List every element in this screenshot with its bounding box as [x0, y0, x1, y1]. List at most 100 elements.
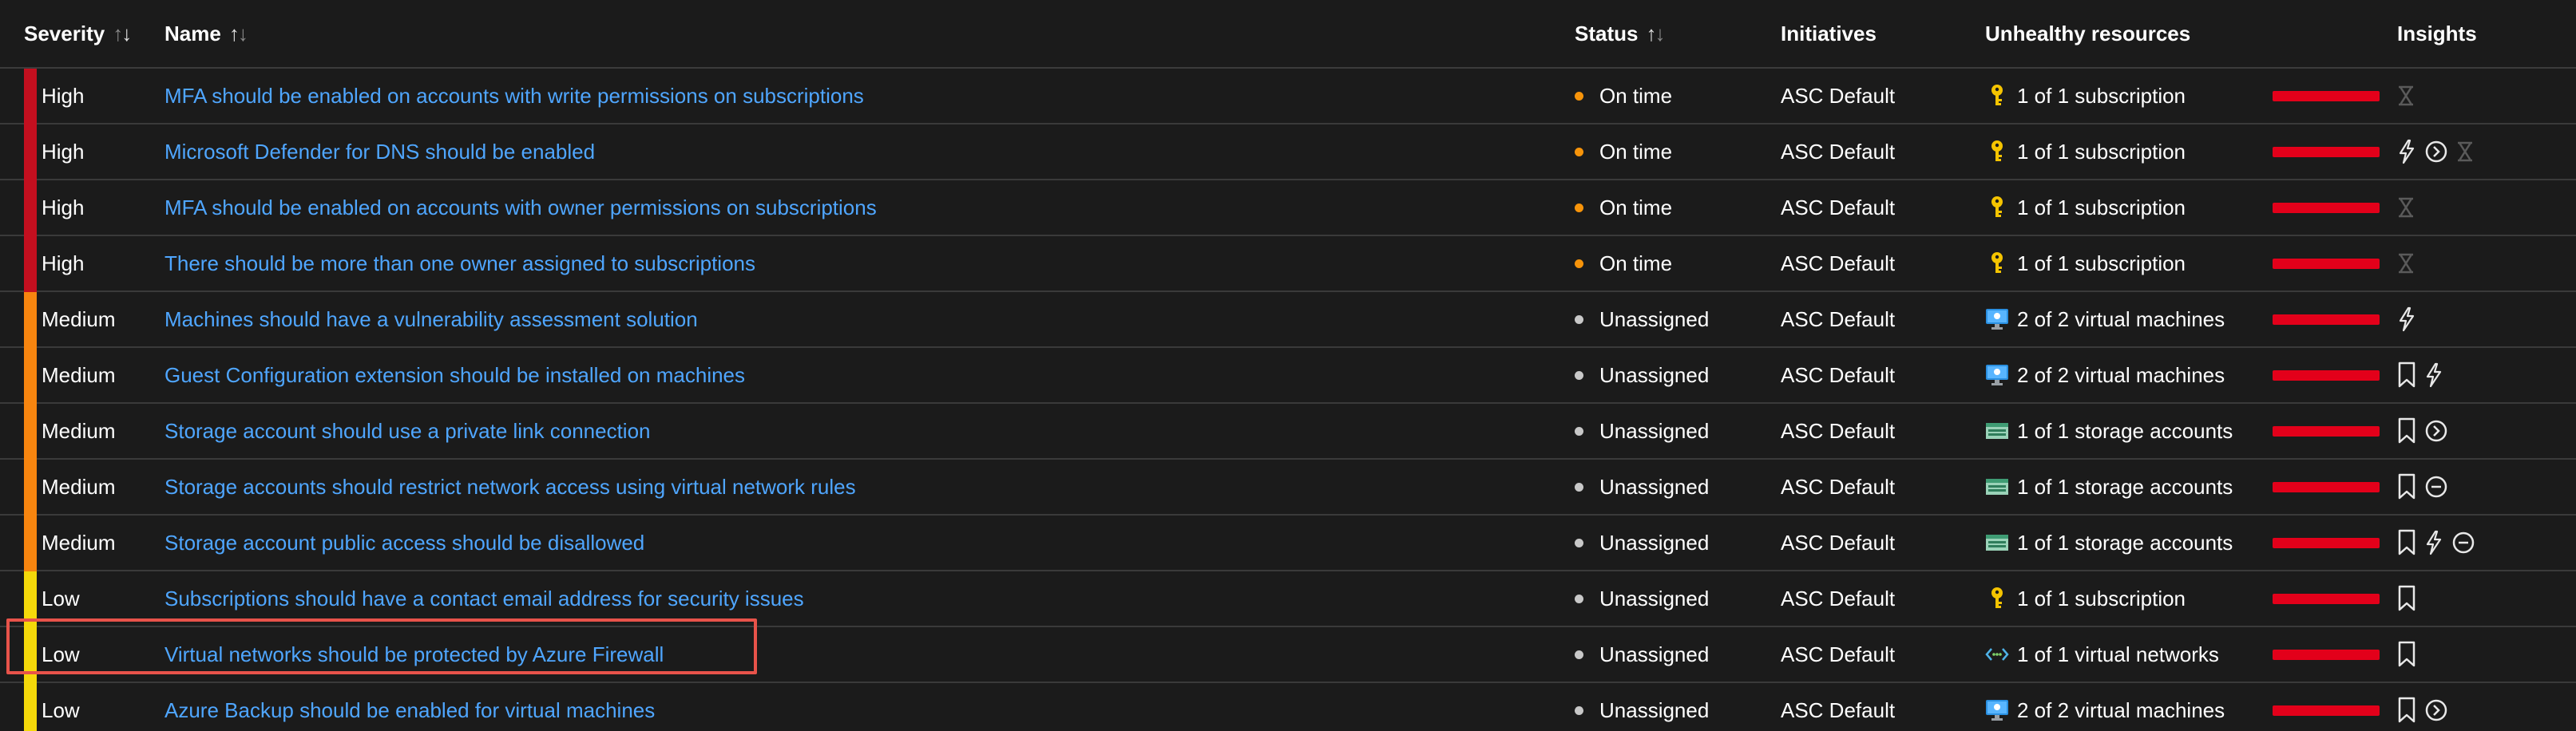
unhealthy-resources-bar	[2273, 683, 2380, 731]
table-row[interactable]: Low Subscriptions should have a contact …	[0, 571, 2576, 627]
recommendation-name[interactable]: Storage accounts should restrict network…	[164, 460, 856, 514]
recommendation-name[interactable]: Storage account public access should be …	[164, 516, 644, 570]
status-label: Unassigned	[1599, 474, 1710, 499]
minus-circle-icon[interactable]	[2424, 475, 2448, 499]
lightning-icon[interactable]	[2424, 530, 2443, 555]
recommendation-name[interactable]: Storage account should use a private lin…	[164, 404, 651, 458]
recommendation-link[interactable]: Storage account should use a private lin…	[164, 419, 651, 444]
insights-cell	[2397, 404, 2448, 458]
unhealthy-bar-fill	[2273, 369, 2380, 381]
unhealthy-bar-fill	[2273, 146, 2380, 157]
bookmark-icon[interactable]	[2397, 585, 2416, 612]
table-row[interactable]: Medium Machines should have a vulnerabil…	[0, 292, 2576, 348]
minus-circle-icon[interactable]	[2451, 531, 2475, 555]
bookmark-icon[interactable]	[2397, 641, 2416, 668]
hourglass-icon[interactable]	[2397, 252, 2415, 275]
column-header-unhealthy-resources[interactable]: Unhealthy resources	[1985, 0, 2190, 67]
severity-label: Low	[42, 586, 80, 610]
status-cell: Unassigned	[1575, 348, 1709, 402]
column-header-status[interactable]: Status ↑ ↓	[1575, 0, 1665, 70]
lightning-icon[interactable]	[2397, 139, 2416, 164]
recommendation-link[interactable]: There should be more than one owner assi…	[164, 251, 755, 276]
unhealthy-resources-count: 1 of 1 subscription	[2017, 251, 2186, 275]
table-row[interactable]: High MFA should be enabled on accounts w…	[0, 69, 2576, 124]
insights-cell	[2397, 571, 2416, 626]
recommendation-link[interactable]: Virtual networks should be protected by …	[164, 642, 664, 667]
unhealthy-resources-bar	[2273, 124, 2380, 179]
recommendation-link[interactable]: Machines should have a vulnerability ass…	[164, 307, 698, 332]
unhealthy-resources-bar	[2273, 292, 2380, 346]
table-row[interactable]: Low Virtual networks should be protected…	[0, 627, 2576, 683]
bookmark-icon[interactable]	[2397, 417, 2416, 445]
status-label: Unassigned	[1599, 362, 1710, 387]
sort-icon[interactable]: ↑ ↓	[1646, 0, 1665, 70]
recommendation-name[interactable]: Virtual networks should be protected by …	[164, 627, 664, 682]
bookmark-icon[interactable]	[2397, 362, 2416, 389]
hourglass-icon[interactable]	[2456, 140, 2474, 163]
hourglass-icon[interactable]	[2397, 196, 2415, 219]
key-icon	[1985, 196, 2009, 219]
table-row[interactable]: Medium Storage accounts should restrict …	[0, 460, 2576, 516]
recommendation-name[interactable]: Guest Configuration extension should be …	[164, 348, 745, 402]
recommendation-link[interactable]: Microsoft Defender for DNS should be ena…	[164, 140, 595, 164]
arrow-circle-icon[interactable]	[2424, 698, 2448, 722]
recommendation-name[interactable]: There should be more than one owner assi…	[164, 236, 755, 290]
unhealthy-resources-count: 2 of 2 virtual machines	[2017, 697, 2225, 722]
recommendation-name[interactable]: MFA should be enabled on accounts with o…	[164, 180, 877, 235]
severity-label: Low	[42, 697, 80, 722]
recommendation-name[interactable]: Machines should have a vulnerability ass…	[164, 292, 698, 346]
severity-label: High	[42, 83, 85, 108]
recommendation-name[interactable]: Subscriptions should have a contact emai…	[164, 571, 804, 626]
table-row[interactable]: High Microsoft Defender for DNS should b…	[0, 124, 2576, 180]
insights-cell	[2397, 124, 2474, 179]
column-header-unhealthy-label: Unhealthy resources	[1985, 22, 2191, 45]
status-label: On time	[1599, 251, 1673, 275]
table-row[interactable]: Medium Storage account should use a priv…	[0, 404, 2576, 460]
bookmark-icon[interactable]	[2397, 529, 2416, 556]
severity-label: Medium	[42, 306, 116, 331]
status-label: Unassigned	[1599, 642, 1710, 666]
unhealthy-resources-cell: 1 of 1 subscription	[1985, 124, 2186, 179]
initiative-label: ASC Default	[1781, 586, 1896, 610]
recommendation-link[interactable]: MFA should be enabled on accounts with o…	[164, 196, 877, 220]
key-icon	[1985, 587, 2009, 610]
recommendation-link[interactable]: Storage accounts should restrict network…	[164, 475, 856, 500]
insights-cell	[2397, 292, 2416, 346]
table-row[interactable]: High MFA should be enabled on accounts w…	[0, 180, 2576, 236]
sort-icon[interactable]: ↑ ↓	[229, 0, 248, 70]
column-header-severity[interactable]: Severity ↑ ↓	[24, 0, 132, 70]
unhealthy-bar-fill	[2273, 258, 2380, 269]
arrow-circle-icon[interactable]	[2424, 140, 2448, 164]
status-cell: On time	[1575, 236, 1672, 290]
recommendation-link[interactable]: Storage account public access should be …	[164, 531, 644, 555]
column-header-name[interactable]: Name ↑ ↓	[164, 0, 248, 70]
column-header-insights[interactable]: Insights	[2397, 0, 2477, 67]
recommendation-name[interactable]: Azure Backup should be enabled for virtu…	[164, 683, 655, 731]
insights-cell	[2397, 180, 2415, 235]
recommendation-link[interactable]: Subscriptions should have a contact emai…	[164, 587, 804, 611]
recommendation-name[interactable]: MFA should be enabled on accounts with w…	[164, 69, 864, 123]
initiative-label: ASC Default	[1781, 697, 1896, 722]
status-dot-icon	[1575, 314, 1583, 324]
recommendation-name[interactable]: Microsoft Defender for DNS should be ena…	[164, 124, 595, 179]
status-label: Unassigned	[1599, 586, 1710, 610]
column-header-initiatives[interactable]: Initiatives	[1781, 0, 1877, 67]
bookmark-icon[interactable]	[2397, 697, 2416, 724]
hourglass-icon[interactable]	[2397, 85, 2415, 107]
lightning-icon[interactable]	[2397, 306, 2416, 332]
table-row[interactable]: Medium Storage account public access sho…	[0, 516, 2576, 571]
recommendation-link[interactable]: MFA should be enabled on accounts with w…	[164, 84, 864, 109]
key-icon	[1985, 84, 2009, 108]
lightning-icon[interactable]	[2424, 362, 2443, 388]
table-row[interactable]: Low Azure Backup should be enabled for v…	[0, 683, 2576, 731]
key-icon	[1985, 140, 2009, 164]
arrow-circle-icon[interactable]	[2424, 419, 2448, 443]
sort-icon[interactable]: ↑ ↓	[113, 0, 132, 70]
recommendation-link[interactable]: Azure Backup should be enabled for virtu…	[164, 698, 655, 723]
recommendation-link[interactable]: Guest Configuration extension should be …	[164, 363, 745, 388]
table-row[interactable]: Medium Guest Configuration extension sho…	[0, 348, 2576, 404]
bookmark-icon[interactable]	[2397, 473, 2416, 500]
status-cell: On time	[1575, 69, 1672, 123]
table-row[interactable]: High There should be more than one owner…	[0, 236, 2576, 292]
status-dot-icon	[1575, 538, 1583, 547]
